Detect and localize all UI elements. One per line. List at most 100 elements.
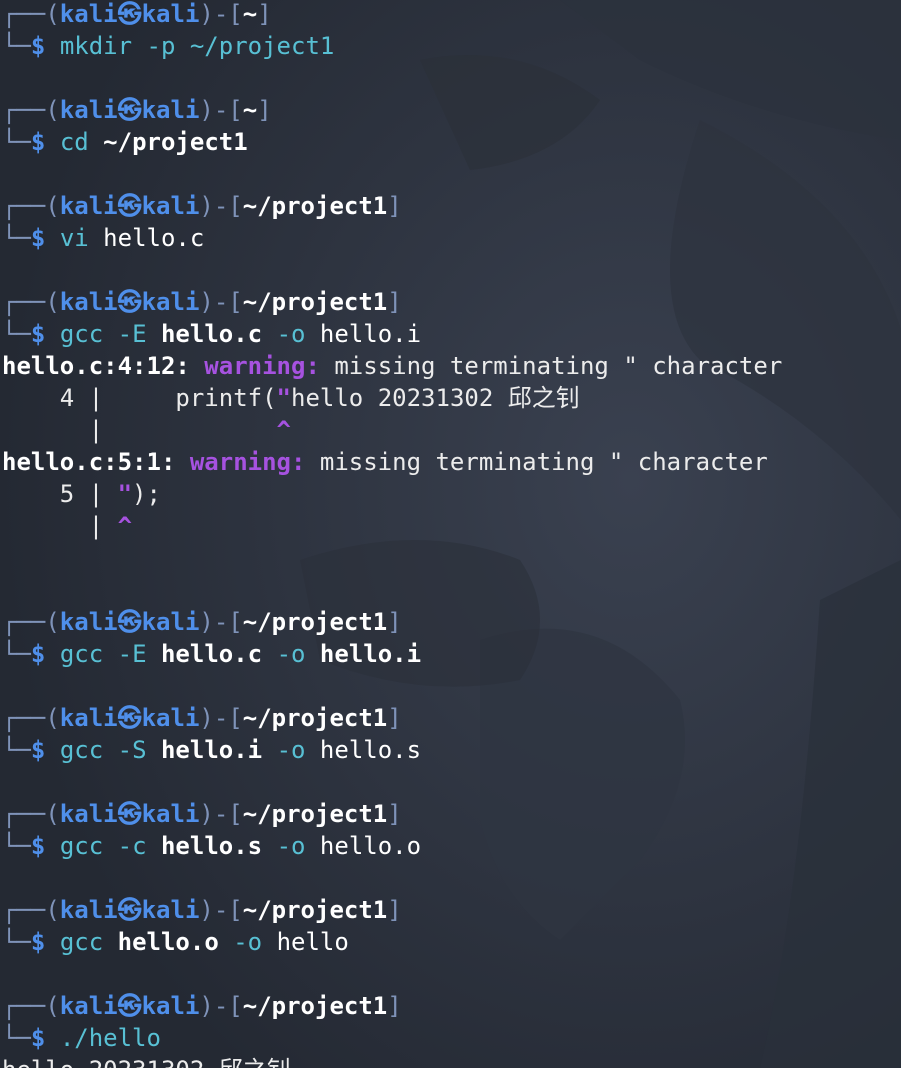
command-name: mkdir: [59, 32, 133, 60]
prompt-header: ┌──(kali㉿kali)-[~]: [2, 94, 901, 126]
prompt-box-left: ┌──(: [2, 608, 60, 636]
prompt-box-bottom: └─: [2, 1024, 31, 1052]
prompt-box-left: ┌──(: [2, 96, 60, 124]
prompt-cwd: ~/project1: [242, 800, 388, 828]
prompt-dollar: $: [30, 128, 46, 156]
prompt-bracket-close: ]: [387, 896, 402, 924]
output-line: | ^: [2, 510, 901, 542]
command-line[interactable]: └─$ gcc hello.o -o hello: [2, 926, 901, 958]
command-arg: hello.i: [319, 640, 422, 668]
prompt-box-bottom: └─: [2, 736, 31, 764]
prompt-header: ┌──(kali㉿kali)-[~/project1]: [2, 798, 901, 830]
prompt-user: kali: [59, 192, 118, 220]
output-line: 5 | ");: [2, 478, 901, 510]
output-segment: |: [2, 512, 118, 540]
prompt-host: kali: [141, 288, 200, 316]
command-line[interactable]: └─$ ./hello: [2, 1022, 901, 1054]
prompt-host: kali: [141, 992, 200, 1020]
command-line[interactable]: └─$ gcc -c hello.s -o hello.o: [2, 830, 901, 862]
output-line: hello.c:4:12: warning: missing terminati…: [2, 350, 901, 382]
prompt-header: ┌──(kali㉿kali)-[~/project1]: [2, 894, 901, 926]
kali-at-icon: ㉿: [117, 608, 142, 636]
prompt-dollar: $: [30, 224, 46, 252]
command-line[interactable]: └─$ gcc -S hello.i -o hello.s: [2, 734, 901, 766]
prompt-cwd: ~/project1: [242, 192, 388, 220]
output-line: | ^: [2, 414, 901, 446]
prompt-cwd: ~/project1: [242, 896, 388, 924]
prompt-header: ┌──(kali㉿kali)-[~/project1]: [2, 286, 901, 318]
prompt-bracket-close: ]: [257, 0, 272, 28]
command-arg: hello.i: [319, 320, 422, 348]
command-arg: hello: [276, 928, 349, 956]
prompt-cwd: ~/project1: [242, 288, 388, 316]
command-arg: [103, 928, 117, 956]
command-arg: -c: [103, 832, 161, 860]
prompt-cwd: ~/project1: [242, 704, 388, 732]
output-segment: warning:: [204, 352, 320, 380]
prompt-cwd: ~: [242, 96, 258, 124]
prompt-box-bottom: └─: [2, 128, 31, 156]
prompt-dollar: $: [30, 928, 46, 956]
kali-at-icon: ㉿: [117, 896, 142, 924]
prompt-host: kali: [141, 608, 200, 636]
prompt-bracket-close: ]: [257, 96, 272, 124]
prompt-box-bottom: └─: [2, 832, 31, 860]
prompt-box-left: ┌──(: [2, 896, 60, 924]
command-line[interactable]: └─$ cd ~/project1: [2, 126, 901, 158]
output-line: hello 20231302 邱之钊: [2, 1054, 901, 1068]
prompt-box-left: ┌──(: [2, 192, 60, 220]
command-line[interactable]: └─$ vi hello.c: [2, 222, 901, 254]
prompt-cwd: ~: [242, 0, 258, 28]
command-name: gcc: [59, 736, 104, 764]
prompt-header: ┌──(kali㉿kali)-[~]: [2, 0, 901, 30]
prompt-separator: )-[: [199, 192, 243, 220]
kali-at-icon: ㉿: [117, 992, 142, 1020]
prompt-box-bottom: └─: [2, 320, 31, 348]
prompt-cwd: ~/project1: [242, 992, 388, 1020]
command-line[interactable]: └─$ gcc -E hello.c -o hello.i: [2, 638, 901, 670]
terminal-output[interactable]: ┌──(kali㉿kali)-[~] └─$ mkdir -p ~/project…: [0, 0, 901, 1068]
command-line[interactable]: └─$ mkdir -p ~/project1: [2, 30, 901, 62]
prompt-host: kali: [141, 896, 200, 924]
prompt-user: kali: [59, 288, 118, 316]
output-segment: hello 20231302 邱之钊: [291, 384, 580, 412]
command-arg: hello.c: [88, 224, 205, 252]
command-arg: -o: [262, 832, 320, 860]
prompt-separator: )-[: [199, 96, 243, 124]
prompt-user: kali: [59, 800, 118, 828]
prompt-dollar: $: [30, 320, 46, 348]
prompt-user: kali: [59, 0, 118, 28]
output-segment: 4 | printf(: [2, 384, 277, 412]
output-segment: ^: [276, 416, 291, 444]
kali-at-icon: ㉿: [117, 192, 142, 220]
command-name: ./hello: [59, 1024, 161, 1052]
prompt-header: ┌──(kali㉿kali)-[~/project1]: [2, 702, 901, 734]
prompt-bracket-close: ]: [387, 992, 402, 1020]
command-arg: ~/project1: [103, 128, 248, 156]
command-arg: hello.c: [160, 640, 263, 668]
prompt-host: kali: [141, 704, 200, 732]
prompt-bracket-close: ]: [387, 192, 402, 220]
prompt-cwd: ~/project1: [242, 608, 388, 636]
command-name: gcc: [59, 832, 104, 860]
kali-at-icon: ㉿: [117, 288, 142, 316]
output-segment: hello.c:5:1:: [2, 448, 190, 476]
output-segment: hello.c:4:12:: [2, 352, 205, 380]
prompt-host: kali: [141, 192, 200, 220]
output-segment: missing terminating " character: [305, 448, 768, 476]
command-line[interactable]: └─$ gcc -E hello.c -o hello.i: [2, 318, 901, 350]
command-arg: hello.s: [160, 832, 263, 860]
output-segment: );: [132, 480, 161, 508]
output-segment: hello 20231302 邱之钊: [2, 1056, 291, 1068]
output-segment: missing terminating " character: [319, 352, 783, 380]
command-arg: -E: [103, 320, 161, 348]
prompt-user: kali: [59, 608, 118, 636]
prompt-separator: )-[: [199, 0, 243, 28]
prompt-box-bottom: └─: [2, 224, 31, 252]
prompt-separator: )-[: [199, 800, 243, 828]
